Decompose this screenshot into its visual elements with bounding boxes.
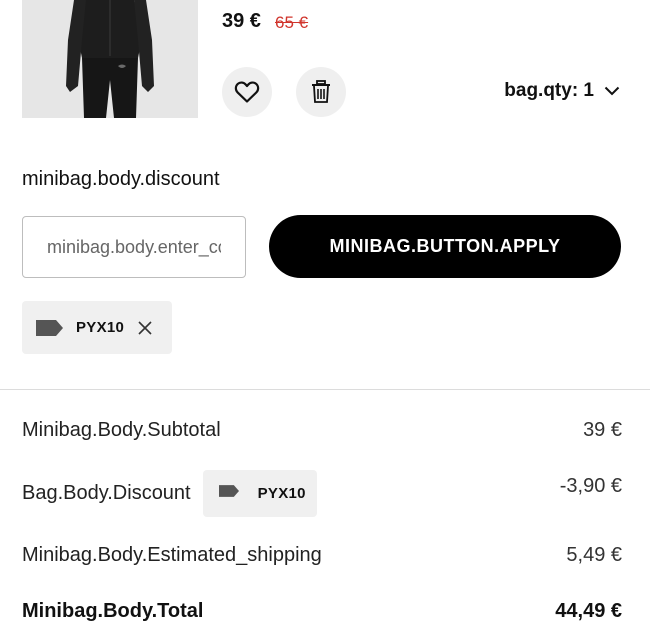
apply-discount-button[interactable]: MINIBAG.BUTTON.APPLY xyxy=(269,215,621,278)
remove-discount-button[interactable] xyxy=(138,320,152,335)
discount-title: minibag.body.discount xyxy=(22,168,220,190)
subtotal-row: Minibag.Body.Subtotal 39 € xyxy=(22,419,622,442)
discount-value: -3,90 € xyxy=(559,475,622,497)
discount-code-chip: PYX10 xyxy=(202,469,317,517)
current-price: 39 € xyxy=(222,10,261,32)
delete-button[interactable] xyxy=(296,67,346,117)
total-row: Minibag.Body.Total 44,49 € xyxy=(22,600,622,623)
discount-code-input[interactable] xyxy=(22,216,246,278)
discount-label: Bag.Body.Discount xyxy=(22,481,191,504)
product-photo xyxy=(22,0,198,118)
old-price: 65 € xyxy=(275,13,309,32)
total-label: Minibag.Body.Total xyxy=(22,600,204,622)
shipping-label: Minibag.Body.Estimated_shipping xyxy=(22,544,322,566)
trash-icon xyxy=(312,80,330,103)
heart-icon xyxy=(234,81,260,103)
tag-icon xyxy=(36,319,63,336)
divider xyxy=(0,389,650,390)
discount-row: Bag.Body.Discount PYX10 -3,90 € xyxy=(22,469,622,517)
shipping-row: Minibag.Body.Estimated_shipping 5,49 € xyxy=(22,544,622,567)
wishlist-button[interactable] xyxy=(222,67,272,117)
tag-icon xyxy=(218,485,246,501)
applied-discount-code: PYX10 xyxy=(76,319,125,336)
applied-discount-chip: PYX10 xyxy=(22,301,172,354)
subtotal-label: Minibag.Body.Subtotal xyxy=(22,419,221,441)
quantity-label: bag.qty: 1 xyxy=(504,80,594,101)
discount-code-text: PYX10 xyxy=(257,484,306,502)
close-icon xyxy=(138,320,152,335)
shipping-value: 5,49 € xyxy=(566,544,622,566)
chevron-down-icon xyxy=(604,86,620,96)
subtotal-value: 39 € xyxy=(583,419,622,441)
total-value: 44,49 € xyxy=(555,600,622,622)
quantity-dropdown[interactable]: bag.qty: 1 xyxy=(504,80,620,102)
product-image[interactable] xyxy=(22,0,198,118)
